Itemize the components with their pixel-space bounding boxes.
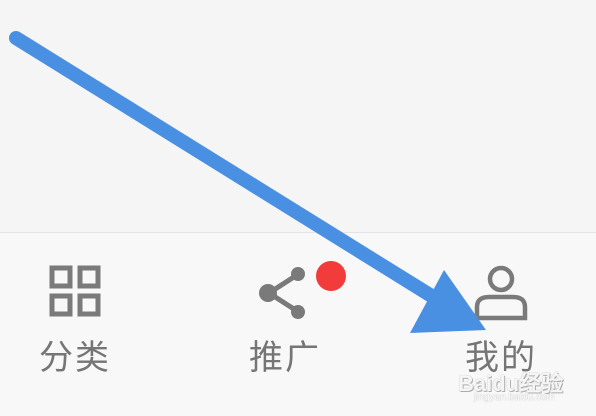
- tab-category[interactable]: 分类: [0, 233, 150, 416]
- grid-icon: [49, 265, 101, 317]
- content-area: [0, 0, 596, 232]
- user-icon: [474, 265, 528, 321]
- watermark-url: jingyan.baidu.com: [474, 392, 555, 403]
- tab-category-label: 分类: [39, 338, 111, 378]
- notification-badge: [316, 261, 346, 291]
- share-icon: [259, 267, 305, 319]
- tab-promotion-label: 推广: [249, 338, 321, 378]
- tab-promotion[interactable]: 推广: [210, 233, 360, 416]
